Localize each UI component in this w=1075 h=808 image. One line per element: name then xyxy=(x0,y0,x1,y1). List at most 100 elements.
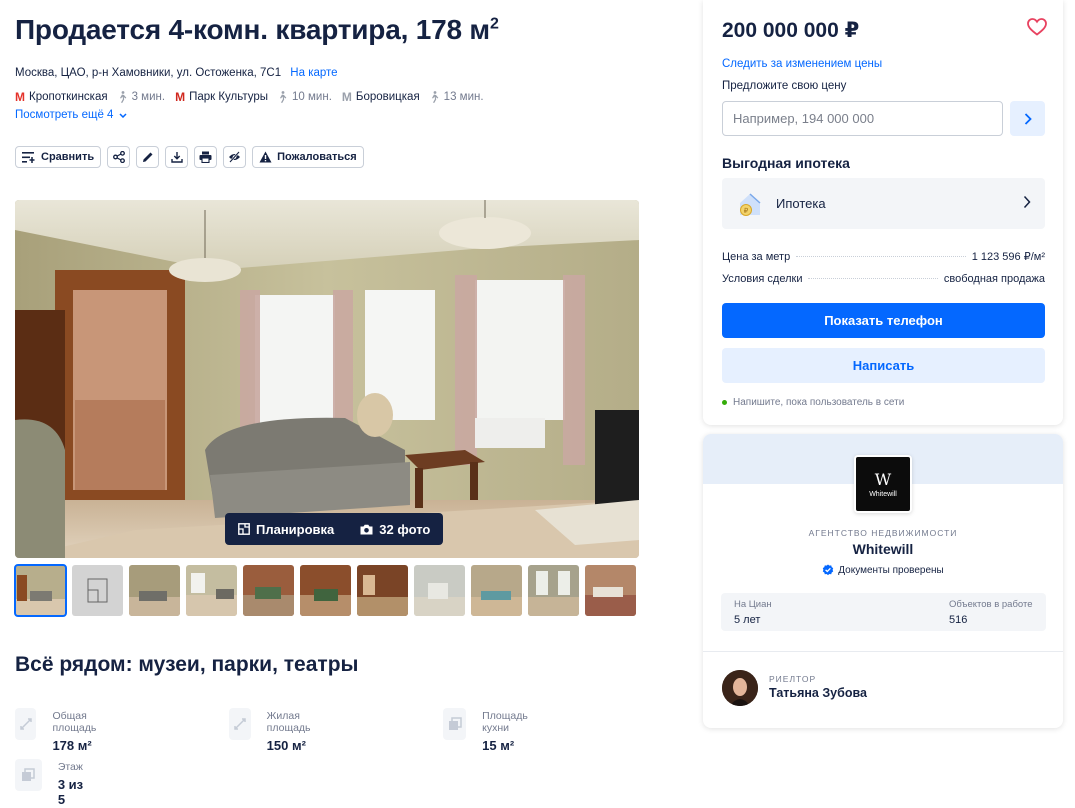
agency-logo-text: Whitewill xyxy=(869,491,897,498)
thumbnail[interactable] xyxy=(357,565,408,616)
thumbnail[interactable] xyxy=(72,565,123,616)
metro-list: M Кропоткинская 3 мин. M Парк Культуры 1… xyxy=(15,90,494,104)
address: Москва, ЦАО, р-н Хамовники, ул. Остоженк… xyxy=(15,67,338,79)
kitchen-icon xyxy=(443,708,467,740)
online-dot-icon xyxy=(722,400,727,405)
thumbnail[interactable] xyxy=(414,565,465,616)
hide-icon xyxy=(229,151,241,163)
agency-logo[interactable]: W Whitewill xyxy=(854,455,912,513)
offer-submit-button[interactable] xyxy=(1010,101,1045,136)
verified-text: Документы проверены xyxy=(838,564,944,576)
svg-text:₽: ₽ xyxy=(744,207,749,215)
fact-value: 3 из 5 xyxy=(57,777,84,807)
online-status-text: Напишите, пока пользователь в сети xyxy=(733,397,905,408)
walk-time-text: 10 мин. xyxy=(292,91,332,103)
download-button[interactable] xyxy=(165,146,189,168)
house-coin-icon: ₽ xyxy=(740,192,761,216)
title-superscript: 2 xyxy=(489,15,499,33)
offer-price-input[interactable]: Например, 194 000 000 xyxy=(722,101,1003,136)
metro-name: Боровицкая xyxy=(355,91,420,103)
print-icon xyxy=(199,151,212,163)
chevron-down-icon xyxy=(119,112,127,118)
walk-time-text: 13 мин. xyxy=(443,91,484,103)
thumbnail-strip xyxy=(14,564,636,617)
toolbar: Сравнить Пожаловаться xyxy=(15,146,364,168)
realtor-name[interactable]: Татьяна Зубова xyxy=(769,686,867,700)
print-button[interactable] xyxy=(194,146,218,168)
complain-button[interactable]: Пожаловаться xyxy=(252,146,364,168)
main-photo[interactable]: Планировка 32 фото xyxy=(15,200,639,558)
divider xyxy=(703,651,1063,652)
compare-button[interactable]: Сравнить xyxy=(15,146,102,168)
thumbnail[interactable] xyxy=(300,565,351,616)
address-text: Москва, ЦАО, р-н Хамовники, ул. Остоженк… xyxy=(15,67,282,79)
thumbnail[interactable] xyxy=(528,565,579,616)
stat-label: Объектов в работе xyxy=(949,599,1033,610)
edit-button[interactable] xyxy=(136,146,160,168)
online-status: Напишите, пока пользователь в сети xyxy=(722,397,904,408)
floor-plan-icon xyxy=(238,523,250,535)
stat-objects: Объектов в работе 516 xyxy=(949,599,1033,626)
floor-plan-label: Планировка xyxy=(256,521,335,537)
follow-price-link[interactable]: Следить за изменением цены xyxy=(722,58,882,70)
favorite-button[interactable] xyxy=(1027,18,1047,41)
floor-plan-button[interactable]: Планировка xyxy=(225,513,347,545)
metro-icon: M xyxy=(175,90,186,104)
fact-value: 178 м² xyxy=(52,738,92,753)
thumbnail[interactable] xyxy=(186,565,237,616)
walk-icon xyxy=(119,91,126,103)
more-metro-text: Посмотреть ещё 4 xyxy=(15,109,114,121)
fact-value: 15 м² xyxy=(482,738,515,753)
more-metro-link[interactable]: Посмотреть ещё 4 xyxy=(15,109,127,121)
page-title: Продается 4-комн. квартира, 178 м2 xyxy=(15,14,499,46)
living-room-photo xyxy=(15,200,639,558)
thumbnail[interactable] xyxy=(14,564,67,617)
write-message-button[interactable]: Написать xyxy=(722,348,1045,383)
walk-icon xyxy=(280,91,287,103)
nearby-title: Всё рядом: музеи, парки, театры xyxy=(15,653,359,676)
walk-time-text: 3 мин. xyxy=(131,91,166,103)
deal-terms-value: свободная продажа xyxy=(943,273,1045,285)
metro-icon: M xyxy=(341,90,352,104)
mortgage-item[interactable]: ₽ Ипотека xyxy=(722,178,1045,229)
agency-name[interactable]: Whitewill xyxy=(703,541,1063,557)
thumbnail[interactable] xyxy=(471,565,522,616)
camera-icon xyxy=(360,524,373,534)
share-button[interactable] xyxy=(107,146,131,168)
fact-label: Этаж xyxy=(57,761,83,773)
metro-item[interactable]: M Боровицкая 13 мин. xyxy=(342,90,484,104)
mortgage-title: Выгодная ипотека xyxy=(722,155,850,171)
metro-item[interactable]: M Парк Культуры 10 мин. xyxy=(175,90,332,104)
walk-time: 10 мин. xyxy=(278,91,332,103)
thumbnail[interactable] xyxy=(243,565,294,616)
stat-label: На Циан xyxy=(734,599,772,610)
fact-label: Общая площадь xyxy=(52,710,97,734)
agency-verified: Документы проверены xyxy=(703,564,1063,576)
fact-living-area: Жилая площадь 150 м² xyxy=(229,708,321,753)
metro-name: Кропоткинская xyxy=(29,91,108,103)
verified-icon xyxy=(823,564,834,576)
metro-item[interactable]: M Кропоткинская 3 мин. xyxy=(15,90,165,104)
photos-label: 32 фото xyxy=(379,521,431,537)
complain-label: Пожаловаться xyxy=(277,151,357,163)
deal-terms-label: Условия сделки xyxy=(722,273,803,285)
photos-button[interactable]: 32 фото xyxy=(347,513,443,545)
living-area-icon xyxy=(229,708,251,740)
download-icon xyxy=(170,152,183,163)
thumbnail[interactable] xyxy=(585,565,636,616)
thumbnail[interactable] xyxy=(129,565,180,616)
avatar[interactable] xyxy=(722,670,758,706)
mortgage-label: Ипотека xyxy=(776,196,826,211)
map-link[interactable]: На карте xyxy=(290,67,337,79)
photo-actions: Планировка 32 фото xyxy=(225,513,444,545)
total-area-icon xyxy=(15,708,37,740)
metro-name: Парк Культуры xyxy=(189,91,269,103)
show-phone-button[interactable]: Показать телефон xyxy=(722,303,1045,338)
hide-button[interactable] xyxy=(223,146,247,168)
fact-kitchen-area: Площадь кухни 15 м² xyxy=(443,708,537,753)
stat-value: 516 xyxy=(949,614,968,626)
heart-icon xyxy=(1027,18,1047,36)
price: 200 000 000 ₽ xyxy=(722,19,860,42)
fact-label: Жилая площадь xyxy=(266,710,311,734)
price-per-meter-value: 1 123 596 ₽/м² xyxy=(971,251,1045,263)
